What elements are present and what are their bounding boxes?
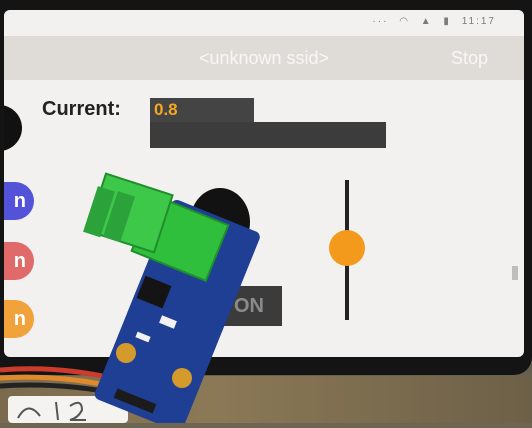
wifi-icon: ◠ bbox=[399, 16, 410, 27]
edge-mark bbox=[512, 266, 518, 280]
side-button-red[interactable]: n bbox=[4, 242, 34, 280]
battery-icon: ▮ bbox=[443, 16, 451, 27]
left-circle-button[interactable] bbox=[4, 105, 22, 151]
current-label: Current: bbox=[42, 98, 121, 120]
dots-icon: ··· bbox=[372, 16, 389, 27]
status-bar: ··· ◠ ▲ ▮ 11:17 bbox=[4, 10, 524, 36]
side-button-blue[interactable]: n bbox=[4, 182, 34, 220]
current-value: 0.8 bbox=[154, 100, 178, 119]
app-title: <unknown ssid> bbox=[198, 48, 330, 68]
app-bar: <unknown ssid> Stop bbox=[4, 36, 524, 80]
stop-button[interactable]: Stop bbox=[451, 48, 488, 69]
vertical-slider-thumb[interactable] bbox=[329, 230, 365, 266]
signal-icon: ▲ bbox=[420, 16, 433, 27]
status-time: 11:17 bbox=[461, 16, 496, 27]
current-bar bbox=[150, 122, 386, 148]
current-sensor-module bbox=[70, 168, 280, 428]
current-value-display: 0.8 bbox=[150, 98, 254, 122]
status-icons: ··· ◠ ▲ ▮ 11:17 bbox=[366, 16, 496, 27]
side-button-orange[interactable]: n bbox=[4, 300, 34, 338]
